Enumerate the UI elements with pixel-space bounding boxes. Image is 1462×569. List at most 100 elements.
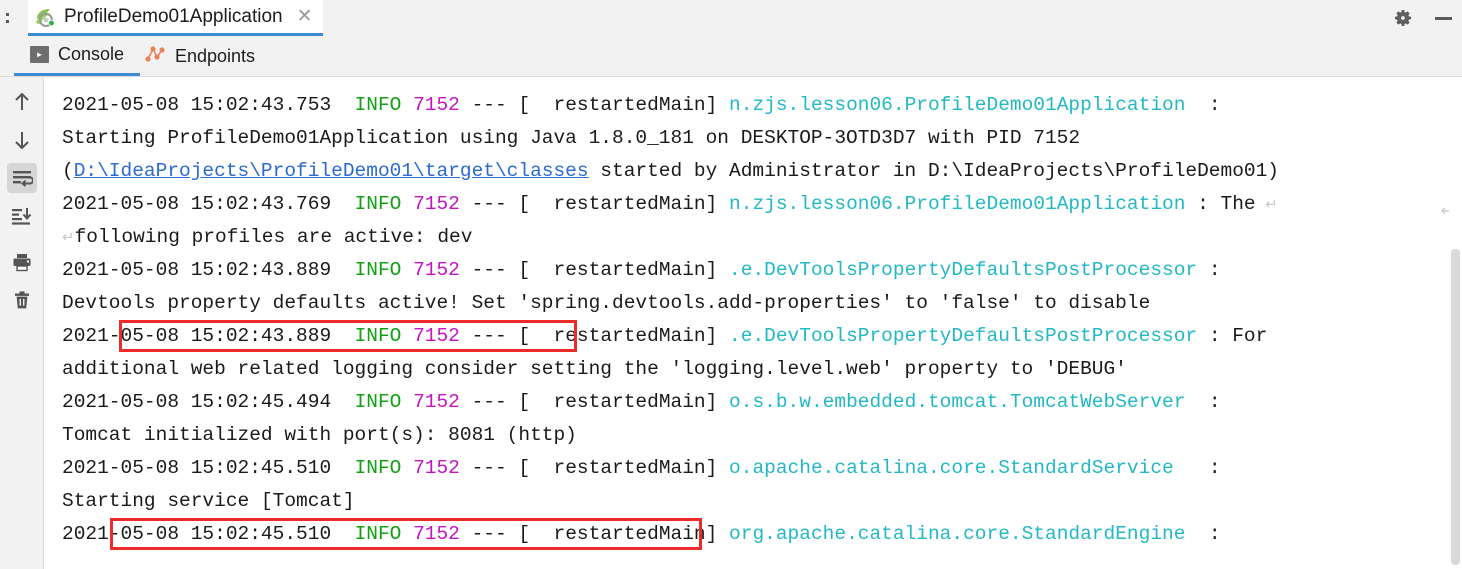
run-configuration-name: ProfileDemo01Application — [64, 5, 283, 27]
scrollbar-thumb[interactable] — [1451, 249, 1460, 565]
tab-endpoints[interactable]: Endpoints — [128, 36, 271, 76]
log-level: INFO — [354, 325, 402, 347]
log-logger: .e.DevToolsPropertyDefaultsPostProcessor — [729, 259, 1198, 281]
log-separator: --- — [459, 457, 519, 479]
log-level: INFO — [354, 94, 402, 116]
console-vertical-scrollbar[interactable] — [1449, 77, 1462, 569]
log-timestamp: 2021-05-08 15:02:43.769 — [62, 193, 332, 215]
log-separator: --- — [459, 391, 519, 413]
log-message-head: : — [1185, 94, 1221, 116]
log-message: following profiles are active: dev — [74, 226, 473, 248]
console-continuation-line: Starting service [Tomcat] — [45, 485, 1462, 518]
log-separator: --- — [459, 325, 519, 347]
classpath-link[interactable]: D:\IdeaProjects\ProfileDemo01\target\cla… — [74, 160, 589, 182]
log-pid: 7152 — [413, 94, 460, 116]
log-message-head: : The — [1185, 193, 1256, 215]
log-message-head: : — [1197, 259, 1221, 281]
log-timestamp: 2021-05-08 15:02:43.889 — [62, 325, 332, 347]
log-pid: 7152 — [413, 391, 460, 413]
log-thread: [ restartedMain] — [518, 325, 718, 347]
log-timestamp: 2021-05-08 15:02:43.753 — [62, 94, 332, 116]
gear-icon[interactable] — [1390, 5, 1416, 31]
log-message: Tomcat initialized with port(s): 8081 (h… — [62, 424, 577, 446]
log-message-head: : — [1173, 457, 1221, 479]
log-logger: o.s.b.w.embedded.tomcat.TomcatWebServer — [729, 391, 1186, 413]
log-timestamp: 2021-05-08 15:02:45.510 — [62, 457, 332, 479]
console-continuation-line: (D:\IdeaProjects\ProfileDemo01\target\cl… — [62, 160, 1280, 182]
console-continuation-line: Tomcat initialized with port(s): 8081 (h… — [45, 419, 1462, 452]
tab-endpoints-label: Endpoints — [175, 45, 256, 66]
log-level: INFO — [354, 259, 402, 281]
log-separator: --- — [459, 94, 519, 116]
log-logger: .e.DevToolsPropertyDefaultsPostProcessor — [729, 325, 1198, 347]
minimize-icon[interactable] — [1430, 5, 1456, 31]
spring-boot-leaf-icon — [34, 7, 56, 27]
tab-console-label: Console — [58, 44, 125, 64]
log-pid: 7152 — [413, 325, 460, 347]
console-icon: ▸ — [30, 46, 49, 63]
up-arrow-icon[interactable] — [7, 87, 37, 117]
trash-icon[interactable] — [7, 285, 37, 315]
console-log-line: 2021-05-08 15:02:43.753 INFO 7152 --- [ … — [45, 89, 1462, 122]
close-icon[interactable]: ✕ — [297, 7, 313, 26]
log-thread: [ restartedMain] — [518, 94, 718, 116]
titlebar-actions — [1390, 0, 1456, 36]
log-message-head: : — [1185, 391, 1221, 413]
log-logger: o.apache.catalina.core.StandardService — [729, 457, 1174, 479]
down-arrow-icon[interactable] — [7, 125, 37, 155]
console-output[interactable]: 2021-05-08 15:02:43.753 INFO 7152 --- [ … — [45, 77, 1462, 569]
console-log-line: 2021-05-08 15:02:43.889 INFO 7152 --- [ … — [45, 254, 1462, 287]
log-message: Starting service [Tomcat] — [62, 490, 355, 512]
log-message: started by Administrator in D:\IdeaProje… — [588, 160, 1280, 182]
console-continuation-line: Starting ProfileDemo01Application using … — [45, 122, 1462, 155]
log-pid: 7152 — [413, 259, 460, 281]
endpoints-icon — [144, 45, 166, 68]
log-thread: [ restartedMain] — [518, 259, 718, 281]
log-logger: n.zjs.lesson06.ProfileDemo01Application — [729, 193, 1186, 215]
run-window-titlebar: ProfileDemo01Application ✕ — [0, 0, 1462, 36]
log-level: INFO — [354, 391, 402, 413]
log-message: Starting ProfileDemo01Application using … — [62, 127, 1081, 149]
log-level: INFO — [354, 193, 402, 215]
print-icon[interactable] — [7, 247, 37, 277]
console-log-line: 2021-05-08 15:02:45.494 INFO 7152 --- [ … — [45, 386, 1462, 419]
console-log-line: 2021-05-08 15:02:43.889 INFO 7152 --- [ … — [45, 320, 1462, 353]
log-pid: 7152 — [413, 457, 460, 479]
console-wrapped-line: ↵following profiles are active: dev — [45, 221, 1462, 254]
log-pid: 7152 — [413, 523, 460, 545]
log-pid: 7152 — [413, 193, 460, 215]
console-side-toolbar — [0, 77, 44, 569]
scroll-to-end-icon[interactable] — [7, 201, 37, 231]
log-timestamp: 2021-05-08 15:02:45.494 — [62, 391, 332, 413]
log-level: INFO — [354, 523, 402, 545]
log-message-head: : — [1185, 523, 1221, 545]
tool-window-drag-handle[interactable] — [2, 6, 12, 30]
log-separator: --- — [459, 193, 519, 215]
log-timestamp: 2021-05-08 15:02:45.510 — [62, 523, 332, 545]
log-thread: [ restartedMain] — [518, 391, 718, 413]
log-timestamp: 2021-05-08 15:02:43.889 — [62, 259, 332, 281]
log-thread: [ restartedMain] — [518, 193, 718, 215]
console-log-line: 2021-05-08 15:02:45.510 INFO 7152 --- [ … — [45, 518, 1462, 551]
log-message: Devtools property defaults active! Set '… — [62, 292, 1151, 314]
console-continuation-line: Devtools property defaults active! Set '… — [45, 287, 1462, 320]
log-message: additional web related logging consider … — [62, 358, 1127, 380]
log-logger: org.apache.catalina.core.StandardEngine — [729, 523, 1186, 545]
tool-tab-strip: ▸ Console Endpoints — [0, 36, 1462, 77]
console-log-line: 2021-05-08 15:02:43.769 INFO 7152 --- [ … — [45, 188, 1462, 221]
wrap-marker-left-icon: ↵ — [62, 228, 75, 246]
run-tool-window: ProfileDemo01Application ✕ ▸ Console End… — [0, 0, 1462, 569]
run-configuration-tab[interactable]: ProfileDemo01Application ✕ — [28, 0, 323, 36]
log-level: INFO — [354, 457, 402, 479]
log-thread: [ restartedMain] — [518, 523, 718, 545]
console-log-line: 2021-05-08 15:02:45.510 INFO 7152 --- [ … — [45, 452, 1462, 485]
log-message-head: : For — [1197, 325, 1268, 347]
soft-wrap-icon[interactable] — [6, 163, 37, 193]
console-continuation-line: additional web related logging consider … — [45, 353, 1462, 386]
log-separator: --- — [459, 259, 519, 281]
log-thread: [ restartedMain] — [518, 457, 718, 479]
wrap-marker-right-icon: ↵ — [1255, 195, 1278, 213]
tab-console[interactable]: ▸ Console — [14, 36, 141, 76]
log-separator: --- — [459, 523, 519, 545]
log-logger: n.zjs.lesson06.ProfileDemo01Application — [729, 94, 1186, 116]
